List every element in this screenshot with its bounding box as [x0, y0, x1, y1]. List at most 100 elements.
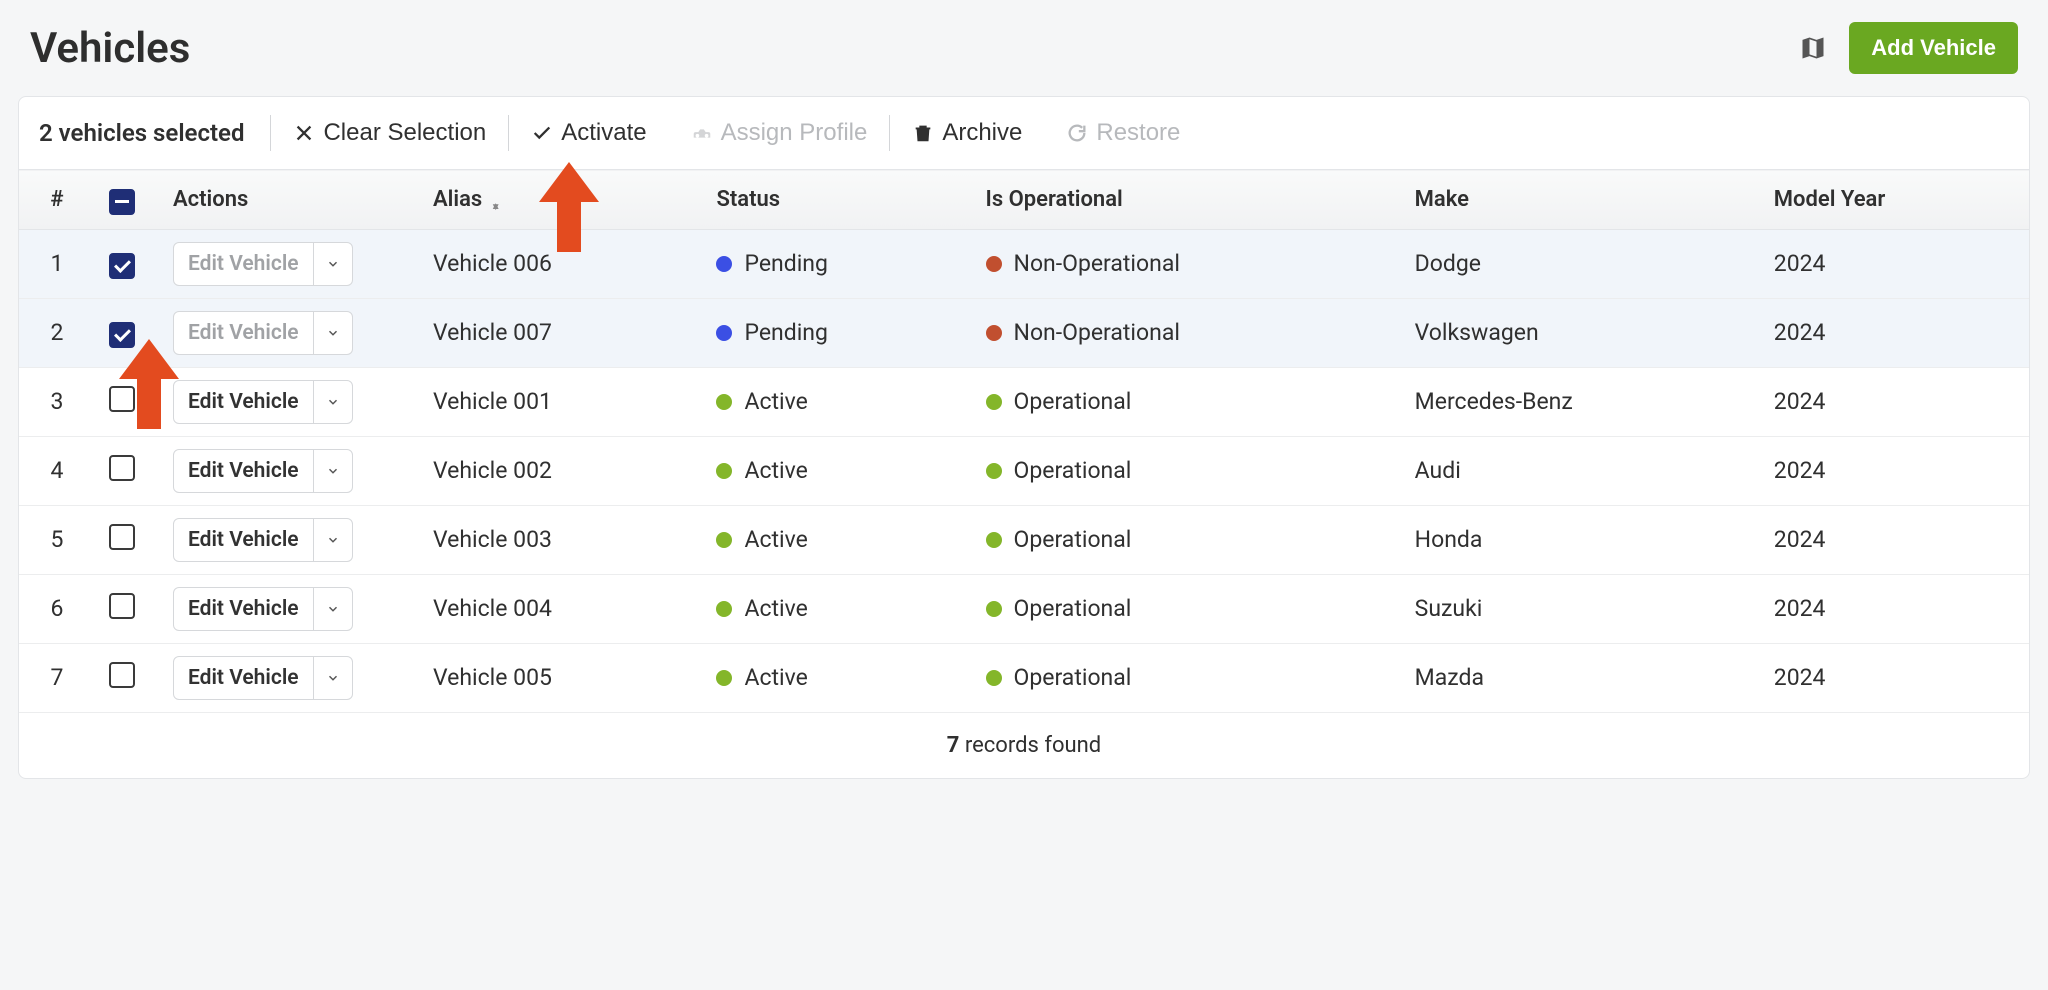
operational-dot-icon — [986, 256, 1002, 272]
column-alias-label: Alias — [433, 187, 482, 212]
edit-vehicle-label: Edit Vehicle — [174, 588, 313, 630]
table-row: 3Edit VehicleVehicle 001ActiveOperationa… — [19, 367, 2029, 436]
row-number: 6 — [19, 574, 95, 643]
row-alias: Vehicle 007 — [419, 298, 702, 367]
status-dot-icon — [716, 532, 732, 548]
row-checkbox[interactable] — [109, 662, 135, 688]
row-year: 2024 — [1760, 643, 2029, 712]
table-row: 4Edit VehicleVehicle 002ActiveOperationa… — [19, 436, 2029, 505]
edit-vehicle-dropdown[interactable] — [313, 312, 352, 354]
row-checkbox[interactable] — [109, 386, 135, 412]
table-row: 5Edit VehicleVehicle 003ActiveOperationa… — [19, 505, 2029, 574]
select-all-checkbox[interactable] — [109, 189, 135, 215]
row-status: Active — [702, 367, 971, 436]
column-number[interactable]: # — [19, 170, 95, 230]
row-year: 2024 — [1760, 298, 2029, 367]
operational-dot-icon — [986, 670, 1002, 686]
row-checkbox[interactable] — [109, 593, 135, 619]
row-operational: Non-Operational — [972, 229, 1401, 298]
add-vehicle-button[interactable]: Add Vehicle — [1849, 22, 2018, 74]
row-status: Active — [702, 643, 971, 712]
edit-vehicle-button[interactable]: Edit Vehicle — [173, 518, 353, 562]
column-alias[interactable]: Alias ▲▼ — [419, 170, 702, 230]
row-make: Audi — [1401, 436, 1760, 505]
table-row: 6Edit VehicleVehicle 004ActiveOperationa… — [19, 574, 2029, 643]
row-alias: Vehicle 001 — [419, 367, 702, 436]
row-actions-cell: Edit Vehicle — [159, 643, 419, 712]
row-number: 1 — [19, 229, 95, 298]
edit-vehicle-dropdown[interactable] — [313, 243, 352, 285]
column-year[interactable]: Model Year — [1760, 170, 2029, 230]
sort-icon: ▲▼ — [491, 207, 501, 208]
activate-label: Activate — [561, 119, 646, 147]
archive-button[interactable]: Archive — [890, 119, 1044, 147]
edit-vehicle-dropdown[interactable] — [313, 381, 352, 423]
row-operational: Operational — [972, 574, 1401, 643]
edit-vehicle-button[interactable]: Edit Vehicle — [173, 242, 353, 286]
row-actions-cell: Edit Vehicle — [159, 367, 419, 436]
row-operational: Non-Operational — [972, 298, 1401, 367]
row-actions-cell: Edit Vehicle — [159, 505, 419, 574]
column-make[interactable]: Make — [1401, 170, 1760, 230]
profile-icon — [691, 122, 713, 144]
row-make: Volkswagen — [1401, 298, 1760, 367]
edit-vehicle-label: Edit Vehicle — [174, 312, 313, 354]
edit-vehicle-label: Edit Vehicle — [174, 243, 313, 285]
row-check-cell — [95, 367, 159, 436]
edit-vehicle-button[interactable]: Edit Vehicle — [173, 311, 353, 355]
row-checkbox[interactable] — [109, 524, 135, 550]
status-dot-icon — [716, 394, 732, 410]
edit-vehicle-button[interactable]: Edit Vehicle — [173, 449, 353, 493]
edit-vehicle-dropdown[interactable] — [313, 657, 352, 699]
trash-icon — [912, 122, 934, 144]
row-make: Mercedes-Benz — [1401, 367, 1760, 436]
map-icon[interactable] — [1799, 34, 1827, 62]
row-alias: Vehicle 002 — [419, 436, 702, 505]
chevron-down-icon — [326, 671, 340, 685]
row-operational: Operational — [972, 436, 1401, 505]
edit-vehicle-button[interactable]: Edit Vehicle — [173, 656, 353, 700]
edit-vehicle-label: Edit Vehicle — [174, 381, 313, 423]
column-status[interactable]: Status — [702, 170, 971, 230]
row-check-cell — [95, 505, 159, 574]
row-check-cell — [95, 436, 159, 505]
operational-dot-icon — [986, 532, 1002, 548]
row-number: 4 — [19, 436, 95, 505]
edit-vehicle-button[interactable]: Edit Vehicle — [173, 380, 353, 424]
row-checkbox[interactable] — [109, 253, 135, 279]
status-dot-icon — [716, 256, 732, 272]
check-icon — [531, 122, 553, 144]
row-alias: Vehicle 004 — [419, 574, 702, 643]
row-actions-cell: Edit Vehicle — [159, 298, 419, 367]
restore-label: Restore — [1096, 119, 1180, 147]
edit-vehicle-dropdown[interactable] — [313, 450, 352, 492]
assign-profile-button: Assign Profile — [669, 119, 890, 147]
row-checkbox[interactable] — [109, 322, 135, 348]
vehicles-table: # Actions Alias ▲▼ Status Is Operational… — [19, 169, 2029, 713]
column-operational[interactable]: Is Operational — [972, 170, 1401, 230]
status-dot-icon — [716, 670, 732, 686]
row-year: 2024 — [1760, 229, 2029, 298]
status-dot-icon — [716, 601, 732, 617]
row-checkbox[interactable] — [109, 455, 135, 481]
edit-vehicle-dropdown[interactable] — [313, 588, 352, 630]
edit-vehicle-label: Edit Vehicle — [174, 657, 313, 699]
row-alias: Vehicle 006 — [419, 229, 702, 298]
clear-selection-button[interactable]: Clear Selection — [271, 119, 508, 147]
edit-vehicle-dropdown[interactable] — [313, 519, 352, 561]
x-icon — [293, 122, 315, 144]
row-alias: Vehicle 005 — [419, 643, 702, 712]
restore-button: Restore — [1044, 119, 1202, 147]
row-year: 2024 — [1760, 367, 2029, 436]
status-dot-icon — [716, 325, 732, 341]
chevron-down-icon — [326, 395, 340, 409]
table-row: 7Edit VehicleVehicle 005ActiveOperationa… — [19, 643, 2029, 712]
activate-button[interactable]: Activate — [509, 119, 668, 147]
edit-vehicle-button[interactable]: Edit Vehicle — [173, 587, 353, 631]
records-label: records found — [959, 733, 1101, 758]
row-operational: Operational — [972, 505, 1401, 574]
row-number: 2 — [19, 298, 95, 367]
selection-toolbar: 2 vehicles selected Clear Selection Acti… — [19, 97, 2029, 169]
row-check-cell — [95, 229, 159, 298]
assign-profile-label: Assign Profile — [721, 119, 868, 147]
